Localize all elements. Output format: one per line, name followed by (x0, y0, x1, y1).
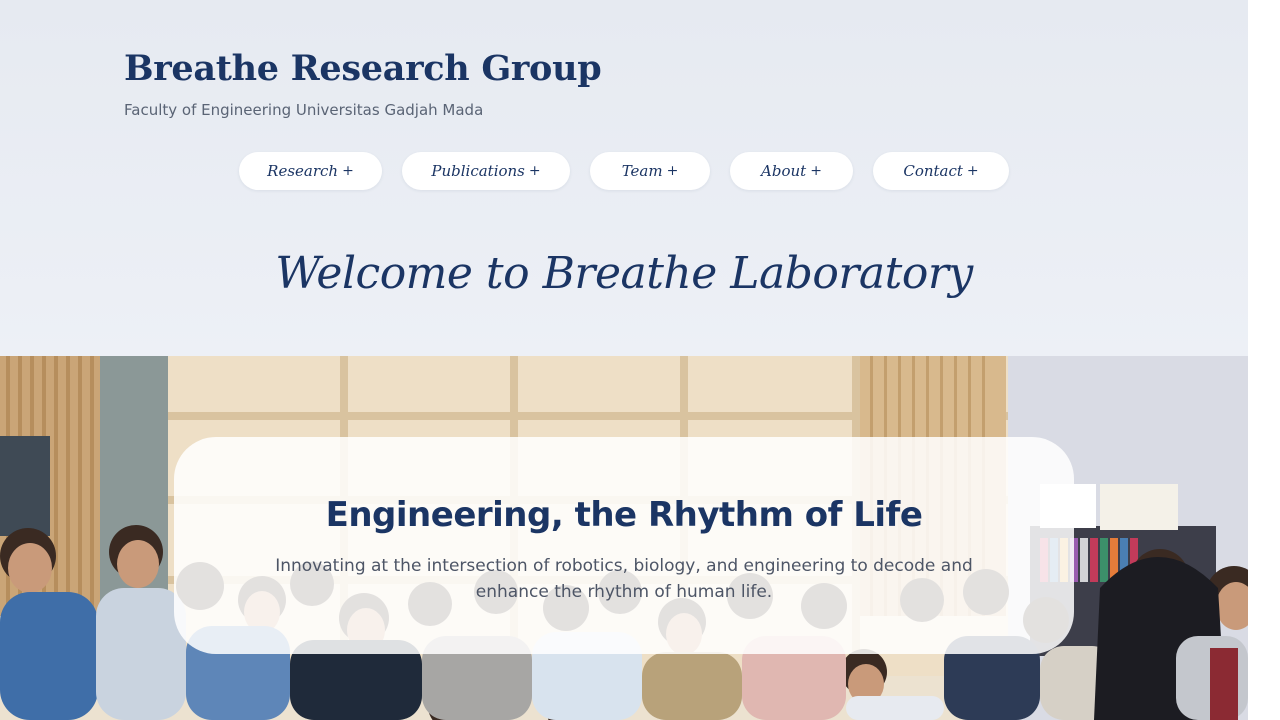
nav-contact-label: Contact (903, 162, 963, 180)
nav-about-label: About (761, 162, 807, 180)
scrollbar-gutter (1248, 0, 1280, 720)
hero-description: Innovating at the intersection of roboti… (275, 556, 973, 602)
page: Breathe Research Group Faculty of Engine… (0, 0, 1280, 720)
nav-contact-button[interactable]: Contact + (873, 152, 1009, 190)
site-header: Breathe Research Group Faculty of Engine… (0, 0, 1248, 356)
nav-team-label: Team (621, 162, 663, 180)
expand-plus-icon: + (666, 163, 679, 179)
expand-plus-icon: + (966, 163, 979, 179)
nav-team-button[interactable]: Team + (590, 152, 710, 190)
site-subtitle: Faculty of Engineering Universitas Gadja… (124, 101, 484, 119)
expand-plus-icon: + (528, 163, 541, 179)
nav-publications-button[interactable]: Publications + (402, 152, 570, 190)
nav-publications-label: Publications (431, 162, 525, 180)
hero-tagline: Engineering, the Rhythm of Life (325, 495, 923, 535)
nav-about-button[interactable]: About + (730, 152, 853, 190)
welcome-heading: Welcome to Breathe Laboratory (275, 248, 973, 299)
site-title[interactable]: Breathe Research Group (124, 48, 602, 89)
nav-research-label: Research (267, 162, 339, 180)
main-nav: Research + Publications + Team + About +… (0, 152, 1248, 190)
nav-research-button[interactable]: Research + (239, 152, 382, 190)
expand-plus-icon: + (810, 163, 822, 179)
hero-tagline-card: Engineering, the Rhythm of Life Innovati… (174, 437, 1074, 654)
expand-plus-icon: + (342, 163, 354, 179)
